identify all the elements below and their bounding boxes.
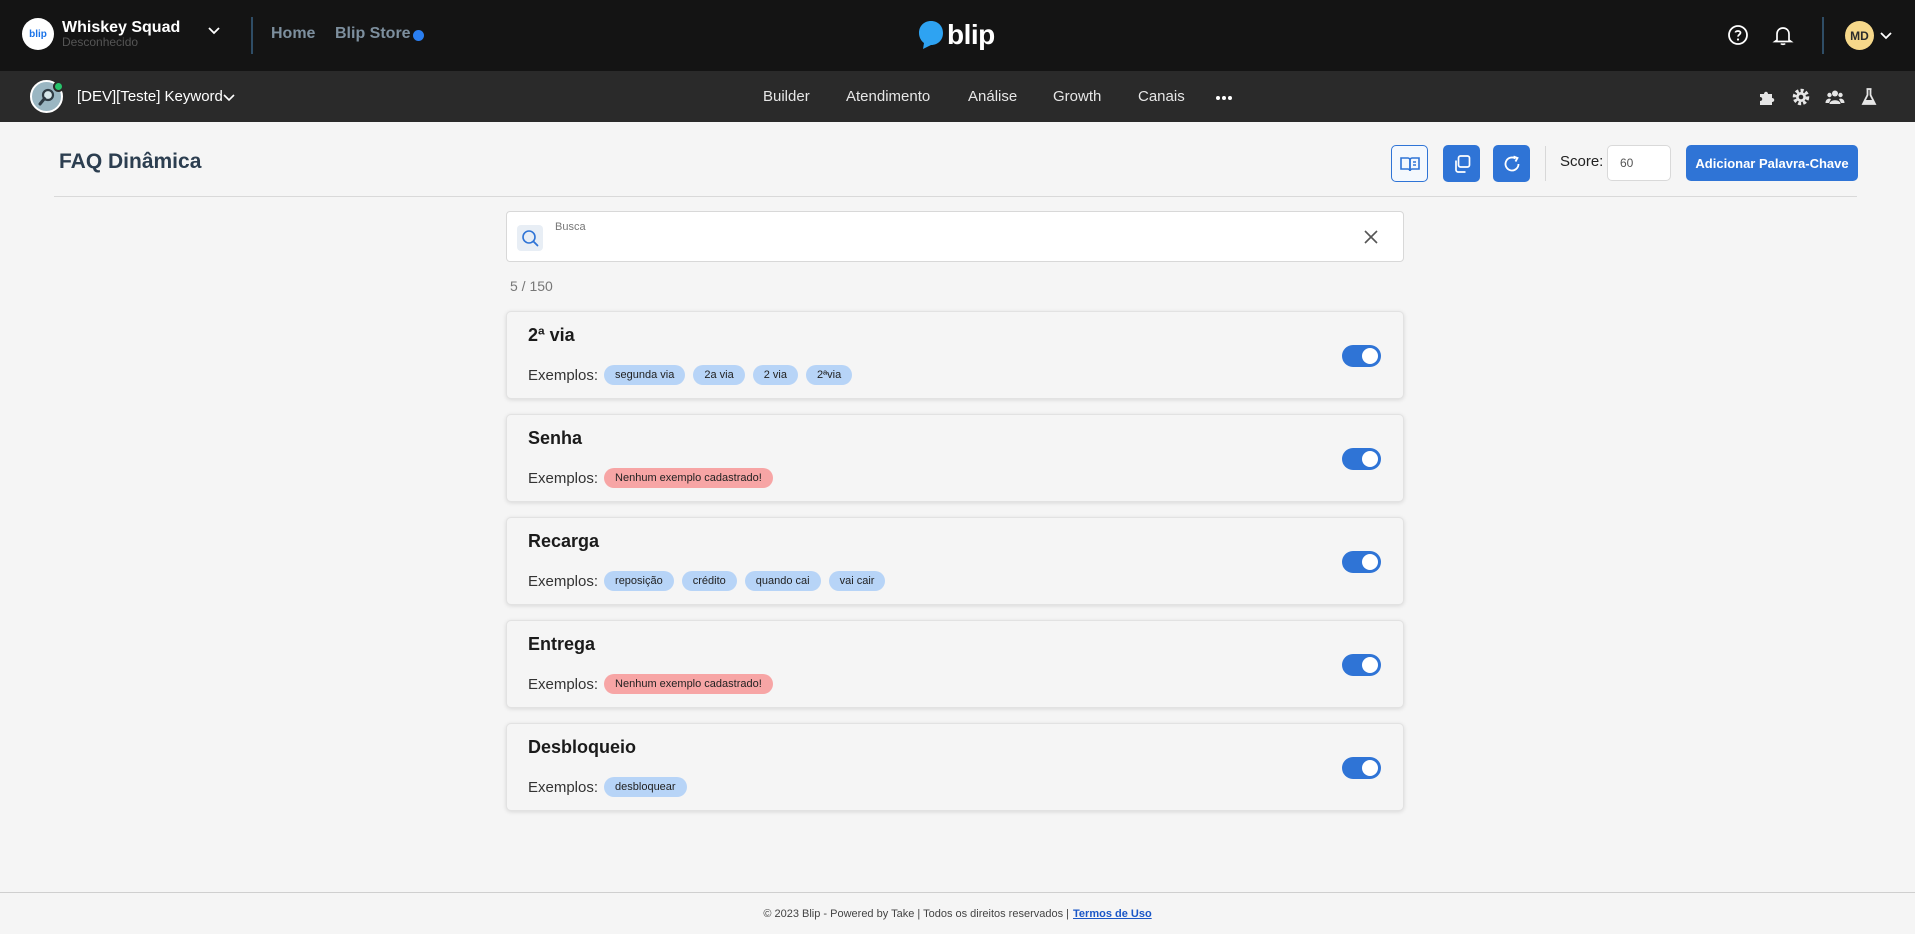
nav-growth[interactable]: Growth — [1053, 88, 1101, 105]
bot-status-dot — [53, 81, 64, 92]
blip-logo-icon — [919, 21, 943, 49]
faq-title: Desbloqueio — [528, 737, 637, 757]
nav-builder[interactable]: Builder — [763, 88, 810, 105]
bell-icon[interactable] — [1772, 24, 1794, 46]
chevron-down-icon[interactable] — [222, 90, 236, 104]
score-label: Score: — [1560, 153, 1604, 170]
active-toggle[interactable] — [1342, 757, 1381, 779]
header-divider — [54, 196, 1857, 197]
examples-row: Exemplos: segunda via 2a via 2 via 2ªvia — [528, 365, 860, 385]
examples-label: Exemplos: — [528, 366, 599, 384]
active-toggle[interactable] — [1342, 448, 1381, 470]
examples-row: Exemplos: reposição crédito quando cai vai c… — [528, 571, 893, 591]
search-input[interactable] — [555, 236, 1335, 256]
examples-label: Exemplos: — [528, 778, 599, 796]
active-toggle[interactable] — [1342, 345, 1381, 367]
divider — [251, 17, 253, 54]
faq-card: 2ª via Exemplos: segunda via 2a via 2 via 2ªv… — [506, 311, 1404, 399]
faq-title: 2ª via — [528, 325, 575, 345]
flask-icon[interactable] — [1859, 87, 1879, 107]
faq-card: Desbloqueio Exemplos: desbloquear — [506, 723, 1404, 811]
bot-name[interactable]: [DEV][Teste] Keyword — [77, 88, 223, 105]
active-toggle[interactable] — [1342, 654, 1381, 676]
score-input[interactable] — [1607, 145, 1671, 181]
examples-label: Exemplos: — [528, 675, 599, 693]
faq-title: Entrega — [528, 634, 596, 654]
help-icon[interactable] — [1727, 24, 1749, 46]
empty-examples-badge: Nenhum exemplo cadastrado! — [604, 674, 773, 694]
toggle-knob — [1362, 554, 1378, 570]
refresh-button[interactable] — [1493, 145, 1530, 182]
user-avatar[interactable]: MD — [1845, 21, 1874, 50]
org-subtitle: Desconhecido — [62, 35, 139, 50]
toggle-knob — [1362, 760, 1378, 776]
search-icon-wrap — [517, 225, 543, 251]
close-icon[interactable] — [1362, 228, 1380, 246]
nav-analise[interactable]: Análise — [968, 88, 1017, 105]
search-icon — [522, 230, 539, 247]
copy-button[interactable] — [1443, 145, 1480, 182]
refresh-icon — [1504, 155, 1519, 171]
examples-row: Exemplos: desbloquear — [528, 777, 695, 797]
footer-text: © 2023 Blip - Powered by Take | Todos os… — [763, 907, 1070, 920]
examples-label: Exemplos: — [528, 572, 599, 590]
footer: © 2023 Blip - Powered by Take | Todos os… — [0, 893, 1915, 934]
active-toggle[interactable] — [1342, 551, 1381, 573]
documentation-button[interactable] — [1391, 145, 1428, 182]
faq-title: Senha — [528, 428, 583, 448]
chevron-down-icon[interactable] — [1879, 28, 1893, 42]
toggle-knob — [1362, 657, 1378, 673]
examples-row: Exemplos: Nenhum exemplo cadastrado! — [528, 674, 781, 694]
bot-bar: [DEV][Teste] Keyword Builder Atendimento… — [0, 71, 1915, 122]
example-tag: crédito — [681, 571, 737, 591]
search-box[interactable]: Busca — [506, 211, 1404, 262]
blip-store-link[interactable]: Blip Store — [335, 25, 411, 43]
toggle-knob — [1362, 451, 1378, 467]
example-tag: quando cai — [744, 571, 821, 591]
example-tag: reposição — [604, 571, 674, 591]
top-bar: blip Whiskey Squad Desconhecido Home Bli… — [0, 0, 1915, 71]
puzzle-icon[interactable] — [1757, 87, 1777, 107]
copy-icon — [1454, 154, 1470, 173]
example-tag: desbloquear — [604, 777, 687, 797]
example-tag: 2ªvia — [805, 365, 853, 385]
divider — [1545, 146, 1546, 181]
example-tag: 2a via — [693, 365, 745, 385]
faq-card: Entrega Exemplos: Nenhum exemplo cadastrad… — [506, 620, 1404, 708]
search-label: Busca — [555, 221, 586, 233]
faq-card: Senha Exemplos: Nenhum exemplo cadastrado! — [506, 414, 1404, 502]
org-logo: blip — [22, 18, 54, 50]
nav-canais[interactable]: Canais — [1138, 88, 1185, 105]
more-icon[interactable] — [1215, 95, 1233, 101]
chevron-down-icon[interactable] — [206, 22, 222, 38]
page-title: FAQ Dinâmica — [59, 150, 202, 173]
example-tag: segunda via — [604, 365, 686, 385]
example-tag: vai cair — [828, 571, 886, 591]
team-icon[interactable] — [1825, 87, 1845, 107]
org-switcher[interactable]: blip Whiskey Squad Desconhecido — [22, 18, 180, 50]
examples-row: Exemplos: Nenhum exemplo cadastrado! — [528, 468, 781, 488]
terms-link[interactable]: Termos de Uso — [1073, 908, 1152, 920]
nav-atendimento[interactable]: Atendimento — [846, 88, 930, 105]
examples-label: Exemplos: — [528, 469, 599, 487]
toggle-knob — [1362, 348, 1378, 364]
notification-dot — [413, 30, 424, 41]
gear-icon[interactable] — [1791, 87, 1811, 107]
org-name: Whiskey Squad — [62, 18, 181, 36]
add-keyword-button[interactable]: Adicionar Palavra-Chave — [1686, 145, 1858, 181]
book-icon — [1399, 156, 1420, 171]
home-link[interactable]: Home — [271, 25, 315, 43]
empty-examples-badge: Nenhum exemplo cadastrado! — [604, 468, 773, 488]
faq-card: Recarga Exemplos: reposição crédito quando c… — [506, 517, 1404, 605]
faq-title: Recarga — [528, 531, 600, 551]
brand-logo[interactable]: blip — [918, 19, 995, 51]
brand-text: blip — [947, 19, 995, 50]
results-count: 5 / 150 — [510, 278, 553, 294]
example-tag: 2 via — [752, 365, 798, 385]
divider — [1822, 17, 1824, 54]
